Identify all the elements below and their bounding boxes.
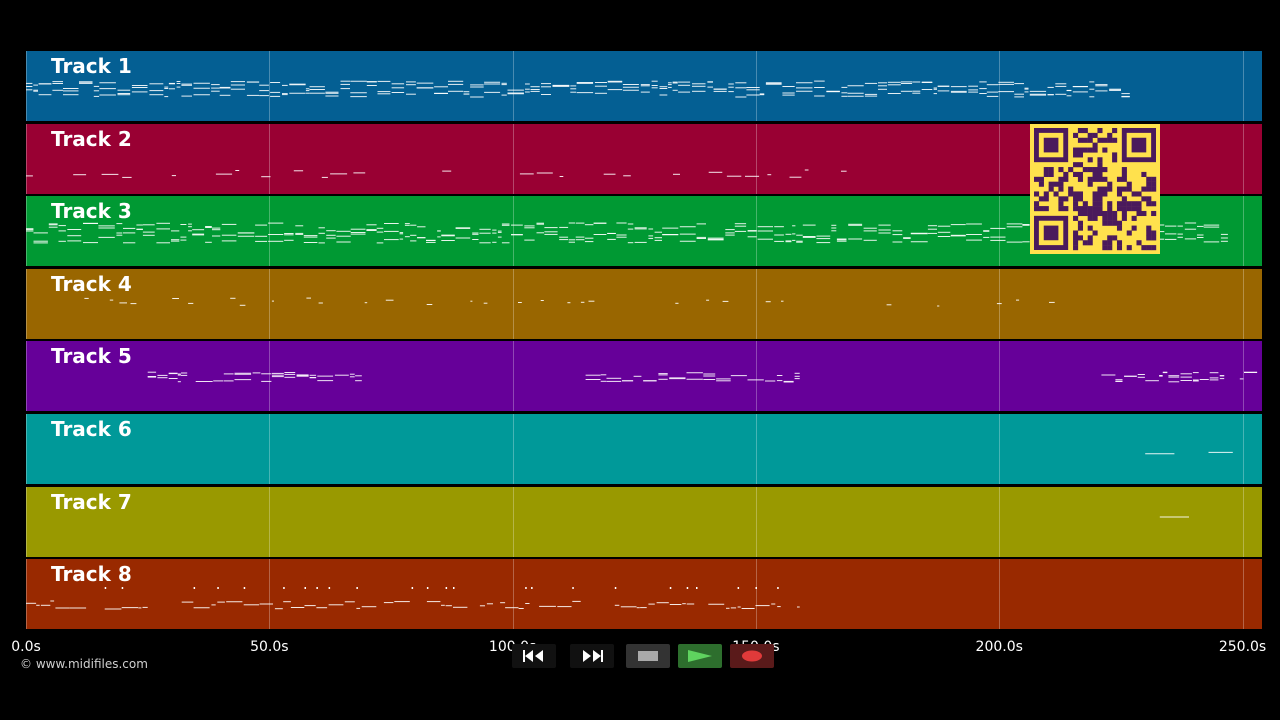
transport-controls [512,643,774,669]
note-lane [1159,516,1189,518]
fast-forward-button[interactable] [570,644,614,668]
track-label: Track 7 [51,489,132,514]
rewind-icon [523,650,543,662]
track-5: Track 5 [26,341,1262,412]
note-lane [84,297,1055,307]
track-label: Track 5 [51,344,132,369]
stop-button[interactable] [626,644,670,668]
tick-label: 50.0s [250,639,289,655]
note-lane [26,587,800,610]
stop-icon [638,651,658,661]
track-6: Track 6 [26,414,1262,484]
record-icon [742,650,762,662]
tick-label: 0.0s [11,639,41,655]
track-1: Track 1 [26,51,1262,121]
track-7: Track 7 [26,486,1262,557]
tick-label: 250.0s [1218,639,1267,655]
track-label: Track 3 [51,199,132,224]
track-label: Track 6 [51,417,132,441]
track-label: Track 4 [51,271,132,296]
track-label: Track 8 [51,562,132,587]
fast-forward-icon [583,650,603,662]
rewind-button[interactable] [512,644,556,668]
play-icon [688,650,712,662]
track-4: Track 4 [26,268,1262,339]
record-button[interactable] [730,644,774,668]
track-label: Track 1 [51,54,132,78]
midi-visualizer: Track 1 Track 2 Track 3 Track 4 Track 5 Track… [0,0,1280,720]
track-8: Track 8 [26,559,1262,630]
note-lane [147,372,1258,383]
note-lane [1145,451,1233,455]
tick-label: 200.0s [975,639,1023,655]
qr-code-icon [1030,124,1160,254]
note-lane [26,80,1130,98]
track-label: Track 2 [51,126,132,151]
play-button[interactable] [678,644,722,668]
copyright-text: © www.midifiles.com [20,657,148,671]
